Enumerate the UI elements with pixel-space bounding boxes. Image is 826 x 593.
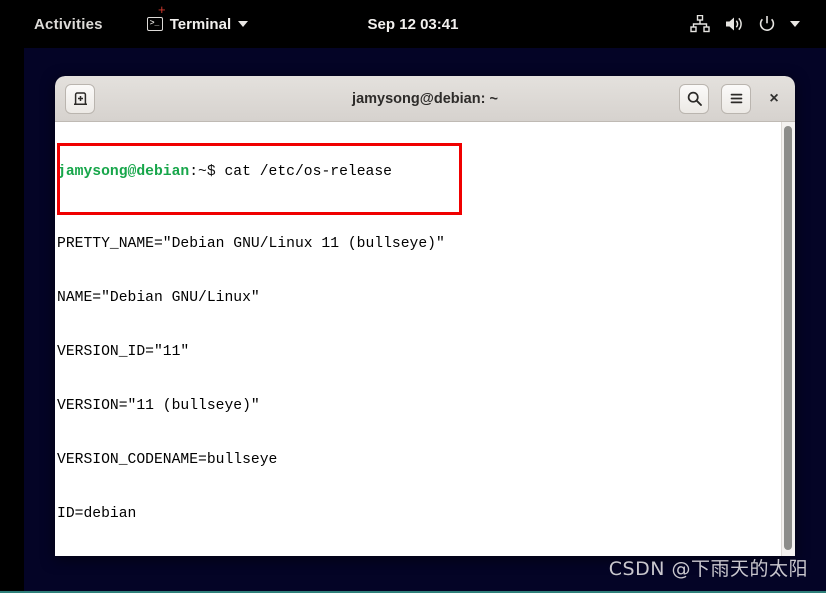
status-chevron-down-icon[interactable]: [790, 21, 800, 27]
window-controls: ×: [679, 83, 785, 114]
terminal-window: jamysong@debian: ~ × jamysong@debian:~$ …: [55, 76, 795, 556]
output-line: VERSION_CODENAME=bullseye: [57, 452, 278, 468]
hamburger-menu-icon: [730, 93, 742, 104]
app-menu-button[interactable]: >_ Terminal: [146, 15, 249, 33]
output-line: VERSION="11 (bullseye)": [57, 398, 260, 414]
output-line: ID=debian: [57, 506, 137, 522]
output-line: VERSION_ID="11": [57, 344, 190, 360]
watermark: CSDN @下雨天的太阳: [608, 558, 808, 580]
terminal-scrollbar[interactable]: [781, 122, 795, 556]
search-icon: [687, 91, 702, 106]
chevron-down-icon: [238, 21, 249, 27]
search-button[interactable]: [679, 83, 709, 114]
new-tab-button[interactable]: [65, 83, 95, 114]
window-title-bar[interactable]: jamysong@debian: ~ ×: [55, 76, 795, 122]
status-area[interactable]: [690, 15, 800, 33]
activities-button[interactable]: Activities: [34, 16, 103, 33]
prompt-path: :~$: [189, 164, 216, 180]
app-menu-label: Terminal: [169, 15, 232, 33]
prompt-user-host: jamysong@debian: [57, 164, 190, 180]
output-line: NAME="Debian GNU/Linux": [57, 290, 260, 306]
terminal-icon: >_: [146, 17, 163, 31]
terminal-command: cat /etc/os-release: [215, 164, 392, 180]
terminal-output: jamysong@debian:~$ cat /etc/os-release P…: [57, 127, 462, 556]
desktop-screen: Activities + >_ Terminal Sep 12 03:41 ja…: [0, 0, 826, 593]
network-icon: [690, 15, 710, 33]
close-button[interactable]: ×: [763, 88, 785, 110]
scrollbar-thumb[interactable]: [784, 126, 792, 550]
terminal-content-area[interactable]: jamysong@debian:~$ cat /etc/os-release P…: [55, 122, 795, 556]
output-line: PRETTY_NAME="Debian GNU/Linux 11 (bullse…: [57, 236, 445, 252]
notification-indicator-icon: +: [158, 2, 166, 17]
gnome-top-bar: Activities + >_ Terminal Sep 12 03:41: [0, 0, 826, 48]
power-icon: [759, 16, 775, 31]
terminal-prompt-line: jamysong@debian:~$ cat /etc/os-release: [57, 163, 445, 181]
clock[interactable]: Sep 12 03:41: [368, 16, 459, 33]
menu-button[interactable]: [721, 83, 751, 114]
volume-icon: [726, 17, 742, 31]
new-tab-icon: [73, 92, 87, 105]
